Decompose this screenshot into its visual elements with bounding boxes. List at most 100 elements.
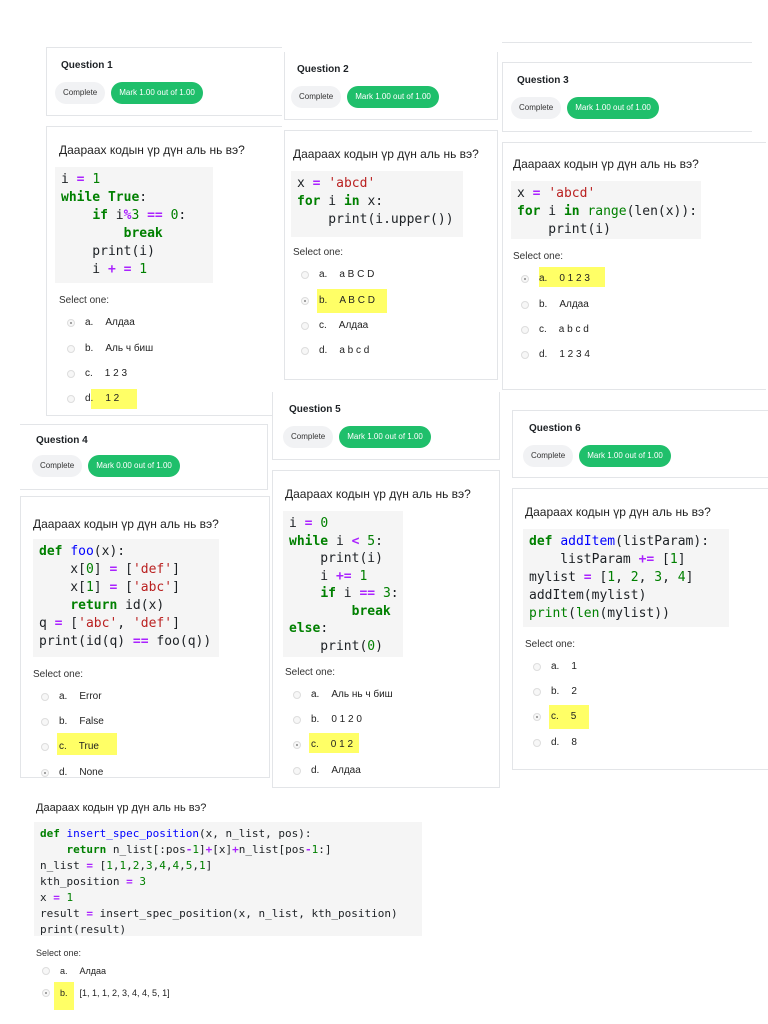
radio-icon[interactable] [301,346,309,355]
status-complete-badge: Complete [523,445,574,467]
select-one-label: Select one: [525,639,576,650]
radio-icon[interactable] [521,274,529,283]
question-1-body: Даараах кодын үр дүн аль нь вэ? i = 1 wh… [46,126,282,416]
select-one-label: Select one: [285,667,336,678]
select-one-label: Select one: [293,247,344,258]
code-block: i = 0 while i < 5: print(i) i += 1 if i … [283,511,403,657]
question-title: Question 4 [36,435,88,446]
code-block: def insert_spec_position(x, n_list, pos)… [34,822,422,936]
mark-badge: Mark 1.00 out of 1.00 [111,82,203,104]
radio-icon[interactable] [41,742,49,751]
option-d[interactable]: d. None [41,767,103,778]
radio-icon[interactable] [533,687,541,696]
option-b[interactable]: b. Алдаа [521,299,589,310]
status-complete-badge: Complete [511,97,562,119]
question-2-header: Question 2 Complete Mark 1.00 out of 1.0… [284,52,498,120]
status-complete-badge: Complete [283,426,334,448]
radio-icon[interactable] [533,662,541,671]
mark-badge: Mark 1.00 out of 1.00 [339,426,431,448]
code-block: x = 'abcd' for i in range(len(x)): print… [511,181,701,239]
radio-icon[interactable] [301,296,309,305]
option-a[interactable]: a. Алдаа [42,966,106,976]
question-5-body: Даараах кодын үр дүн аль нь вэ? i = 0 wh… [272,470,500,788]
radio-icon[interactable] [67,318,75,327]
mark-badge: Mark 0.00 out of 1.00 [88,455,180,477]
radio-icon[interactable] [293,740,301,749]
option-c[interactable]: c. a b c d [521,324,589,335]
radio-icon[interactable] [301,270,309,279]
radio-icon[interactable] [41,717,49,726]
radio-icon[interactable] [301,321,309,330]
question-text: Даараах кодын үр дүн аль нь вэ? [36,802,207,814]
question-7-body: Даараах кодын үр дүн аль нь вэ? def inse… [26,788,592,1024]
question-4-header: Question 4 Complete Mark 0.00 out of 1.0… [20,424,268,490]
select-one-label: Select one: [59,295,110,306]
code-block: def addItem(listParam): listParam += [1]… [523,529,729,627]
select-one-label: Select one: [36,948,82,958]
radio-icon[interactable] [42,967,50,975]
option-c[interactable]: c. 1 2 3 [67,368,127,379]
option-b[interactable]: b. 2 [533,686,577,697]
option-a[interactable]: a. Аль нь ч биш [293,689,393,700]
code-block: x = 'abcd' for i in x: print(i.upper()) [291,171,463,237]
radio-icon[interactable] [521,300,529,309]
radio-icon[interactable] [42,989,50,997]
option-d[interactable]: d. 1 2 [67,393,119,404]
option-d[interactable]: d. 8 [533,737,577,748]
radio-icon[interactable] [67,394,75,403]
option-b[interactable]: b. False [41,716,104,727]
question-5-header: Question 5 Complete Mark 1.00 out of 1.0… [272,392,500,460]
status-complete-badge: Complete [291,86,342,108]
option-d[interactable]: d. a b c d [301,345,369,356]
option-a[interactable]: a. 0 1 2 3 [521,273,590,284]
option-a[interactable]: a. a B C D [301,269,374,280]
question-text: Даараах кодын үр дүн аль нь вэ? [513,157,699,171]
option-c[interactable]: c. 5 [533,711,576,722]
mark-badge: Mark 1.00 out of 1.00 [347,86,439,108]
status-complete-badge: Complete [55,82,106,104]
radio-icon[interactable] [41,692,49,701]
select-one-label: Select one: [33,669,84,680]
radio-icon[interactable] [293,715,301,724]
option-d[interactable]: d. Алдаа [293,765,361,776]
question-text: Даараах кодын үр дүн аль нь вэ? [293,147,479,161]
option-c[interactable]: c. True [41,741,99,752]
radio-icon[interactable] [41,768,49,777]
question-4-body: Даараах кодын үр дүн аль нь вэ? def foo(… [20,496,270,778]
option-c[interactable]: c. Алдаа [301,320,368,331]
option-a[interactable]: a. Алдаа [67,317,135,328]
code-block: i = 1 while True: if i%3 == 0: break pri… [55,167,213,283]
question-2-body: Даараах кодын үр дүн аль нь вэ? x = 'abc… [284,130,498,380]
question-6-body: Даараах кодын үр дүн аль нь вэ? def addI… [512,488,768,770]
question-title: Question 1 [61,60,113,71]
option-b[interactable]: b. A B C D [301,295,375,306]
option-a[interactable]: a. Error [41,691,102,702]
question-title: Question 2 [297,64,349,75]
radio-icon[interactable] [67,369,75,378]
mark-badge: Mark 1.00 out of 1.00 [567,97,659,119]
select-one-label: Select one: [513,251,564,262]
option-b[interactable]: b. Аль ч биш [67,343,153,354]
status-complete-badge: Complete [32,455,83,477]
radio-icon[interactable] [293,766,301,775]
radio-icon[interactable] [533,712,541,721]
question-3-header: Question 3 Complete Mark 1.00 out of 1.0… [502,62,752,132]
question-title: Question 6 [529,423,581,434]
question-6-header: Question 6 Complete Mark 1.00 out of 1.0… [512,410,768,478]
radio-icon[interactable] [293,690,301,699]
question-text: Даараах кодын үр дүн аль нь вэ? [285,487,471,501]
radio-icon[interactable] [67,344,75,353]
radio-icon[interactable] [521,350,529,359]
radio-icon[interactable] [521,325,529,334]
question-3-body: Даараах кодын үр дүн аль нь вэ? x = 'abc… [502,142,766,390]
radio-icon[interactable] [533,738,541,747]
option-b[interactable]: b. [1, 1, 1, 2, 3, 4, 4, 5, 1] [42,988,170,998]
question-text: Даараах кодын үр дүн аль нь вэ? [33,517,219,531]
question-title: Question 3 [517,75,569,86]
option-a[interactable]: a. 1 [533,661,577,672]
option-b[interactable]: b. 0 1 2 0 [293,714,362,725]
option-d[interactable]: d. 1 2 3 4 [521,349,590,360]
option-c[interactable]: c. 0 1 2 [293,739,353,750]
code-block: def foo(x): x[0] = ['def'] x[1] = ['abc'… [33,539,219,657]
question-title: Question 5 [289,404,341,415]
